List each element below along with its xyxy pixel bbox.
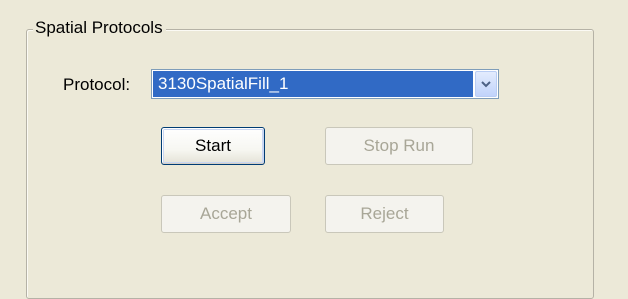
group-title: Spatial Protocols (33, 17, 166, 39)
stop-run-button[interactable]: Stop Run (325, 127, 473, 165)
reject-button[interactable]: Reject (325, 195, 444, 233)
accept-button[interactable]: Accept (161, 195, 291, 233)
dropdown-arrow-button[interactable] (475, 71, 497, 97)
chevron-down-icon (481, 80, 491, 87)
protocol-label: Protocol: (63, 75, 131, 94)
protocol-dropdown[interactable]: 3130SpatialFill_1 (151, 69, 499, 99)
start-button[interactable]: Start (161, 127, 265, 165)
protocol-selected-value: 3130SpatialFill_1 (153, 71, 473, 97)
